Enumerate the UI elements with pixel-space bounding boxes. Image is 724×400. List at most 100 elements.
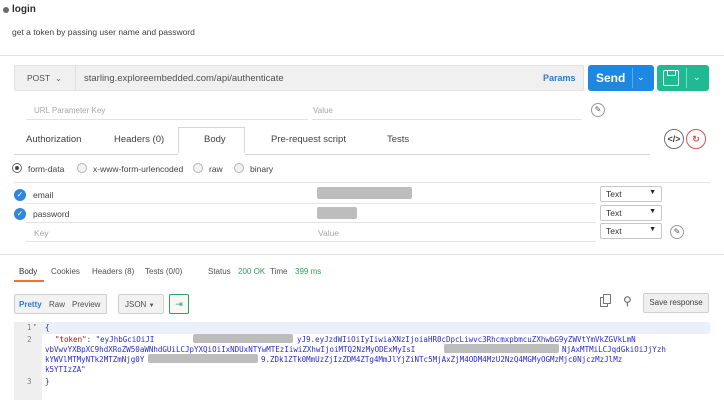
- response-tab-headers[interactable]: Headers (8): [92, 267, 134, 276]
- code-line-token-cont: NjAxMTMiLCJqdGkiOiJjYzh: [562, 345, 666, 354]
- form-key-email[interactable]: email: [33, 190, 53, 200]
- search-icon[interactable]: ⚲: [623, 294, 632, 308]
- edit-icon[interactable]: ✎: [670, 225, 684, 239]
- json-key: "token": [55, 335, 87, 344]
- line-number: 2: [27, 335, 32, 344]
- copy-icon-back: [603, 294, 611, 304]
- status-value: 200 OK: [238, 267, 266, 276]
- code-brace-close: }: [45, 377, 50, 386]
- divider: [26, 241, 596, 242]
- time-value: 399 ms: [295, 267, 322, 276]
- radio-raw[interactable]: [193, 163, 203, 173]
- code-line-token-cont: 9.ZDk1ZTk0MmUzZjIzZDM4ZTg4MmJlYjZiNTc5Mj…: [261, 355, 623, 364]
- format-preview[interactable]: Preview: [72, 300, 100, 309]
- divider: [312, 119, 582, 120]
- radio-binary-label: binary: [250, 164, 274, 174]
- radio-urlencoded[interactable]: [77, 163, 87, 173]
- save-response-button[interactable]: Save response: [643, 293, 709, 313]
- code-line-token: "token": "eyJhbGciOiJI: [55, 335, 154, 344]
- brace-text: {: [45, 323, 50, 332]
- tab-pre-request-script[interactable]: Pre-request script: [271, 134, 346, 145]
- request-description: get a token by passing user name and pas…: [12, 27, 195, 37]
- redacted-token: [444, 344, 559, 353]
- type-select-value: Text: [606, 189, 622, 199]
- save-divider: [686, 68, 687, 88]
- url-param-key-input[interactable]: URL Parameter Key: [34, 106, 105, 115]
- params-button[interactable]: Params: [543, 73, 576, 83]
- tab-body[interactable]: Body: [204, 134, 226, 145]
- save-request-button[interactable]: ⌄: [657, 65, 709, 91]
- row-enabled-check-icon[interactable]: ✓: [14, 189, 26, 201]
- active-tab-underline: [14, 280, 44, 282]
- tab-underline: [14, 154, 178, 155]
- send-button[interactable]: Send ⌄: [588, 65, 654, 91]
- tab-tests[interactable]: Tests: [387, 134, 409, 145]
- tab-headers[interactable]: Headers (0): [114, 134, 164, 145]
- url-input[interactable]: starling.exploreembedded.com/api/authent…: [84, 73, 284, 84]
- type-select[interactable]: Text ▼: [600, 186, 662, 202]
- header-divider: [0, 55, 724, 56]
- code-line-token-cont: yJ9.eyJzdWIiOiIyIiwiaXNzIjoiaHR0cDpcLiwv…: [297, 335, 636, 344]
- save-icon: [663, 70, 679, 86]
- code-line-token-end: k5YTIzZA": [45, 365, 86, 374]
- caret-down-icon: ▼: [148, 303, 155, 309]
- type-select[interactable]: Text ▼: [600, 205, 662, 221]
- type-select-value: Text: [606, 226, 622, 236]
- redacted-value[interactable]: [317, 187, 412, 199]
- divider: [26, 119, 308, 120]
- format-pretty[interactable]: Pretty: [19, 300, 42, 309]
- redacted-token: [148, 354, 258, 363]
- divider: [14, 182, 710, 183]
- method-select[interactable]: POST ⌄: [14, 65, 76, 91]
- line-number: 1: [27, 323, 32, 332]
- request-indicator-icon: [3, 7, 9, 13]
- language-select[interactable]: JSON ▼: [118, 294, 164, 314]
- response-tab-tests[interactable]: Tests (0/0): [145, 267, 182, 276]
- line-number: 3: [27, 377, 32, 386]
- format-raw[interactable]: Raw: [49, 300, 65, 309]
- row-enabled-check-icon[interactable]: ✓: [14, 208, 26, 220]
- redacted-value[interactable]: [317, 207, 357, 219]
- url-param-value-input[interactable]: Value: [313, 106, 333, 115]
- redacted-token: [193, 334, 293, 343]
- time-label: Time: [270, 267, 288, 276]
- radio-form-data[interactable]: [12, 163, 22, 173]
- edit-icon[interactable]: ✎: [591, 103, 605, 117]
- send-label: Send: [596, 71, 626, 85]
- active-line-highlight: [42, 322, 710, 334]
- brace-text: }: [45, 377, 50, 386]
- method-label: POST: [27, 73, 51, 83]
- language-value: JSON: [125, 300, 147, 309]
- tab-authorization[interactable]: Authorization: [26, 134, 81, 145]
- response-tab-body[interactable]: Body: [19, 267, 37, 276]
- status-label: Status: [208, 267, 231, 276]
- token-part: "eyJhbGciOiJI: [95, 335, 155, 344]
- type-select-value: Text: [606, 208, 622, 218]
- code-snippet-icon[interactable]: </>: [664, 129, 684, 149]
- new-value-input[interactable]: Value: [318, 228, 339, 238]
- request-title[interactable]: login: [12, 4, 36, 15]
- wrap-lines-icon[interactable]: ⇥: [169, 294, 189, 314]
- caret-down-icon: ▼: [649, 226, 656, 233]
- caret-down-icon: ▼: [649, 189, 656, 196]
- reset-icon[interactable]: ↻: [686, 129, 706, 149]
- response-tab-cookies[interactable]: Cookies: [51, 267, 80, 276]
- code-line-token-cont: kYWVlMTMyNTk2MTZmNjg0Y: [45, 355, 145, 364]
- code-line-token-cont: vbVwvYXBpXC9hdXRoZW50aWNhdGUiLCJpYXQiOiI…: [45, 345, 416, 354]
- chevron-down-icon[interactable]: ⌄: [693, 72, 701, 83]
- tab-underline: [245, 154, 650, 155]
- code-brace-open: {: [45, 323, 50, 332]
- type-select[interactable]: Text ▼: [600, 223, 662, 239]
- caret-down-icon: ▼: [649, 208, 656, 215]
- radio-raw-label: raw: [209, 164, 223, 174]
- chevron-down-icon[interactable]: ⌄: [637, 72, 645, 83]
- fold-toggle-icon[interactable]: ▾: [33, 322, 37, 329]
- radio-form-data-label: form-data: [28, 164, 65, 174]
- line-number-gutter: [14, 322, 42, 400]
- new-key-input[interactable]: Key: [34, 228, 49, 238]
- radio-binary[interactable]: [234, 163, 244, 173]
- form-key-password[interactable]: password: [33, 209, 69, 219]
- chevron-down-icon: ⌄: [55, 74, 62, 83]
- radio-urlencoded-label: x-www-form-urlencoded: [93, 164, 184, 174]
- divider: [26, 203, 596, 204]
